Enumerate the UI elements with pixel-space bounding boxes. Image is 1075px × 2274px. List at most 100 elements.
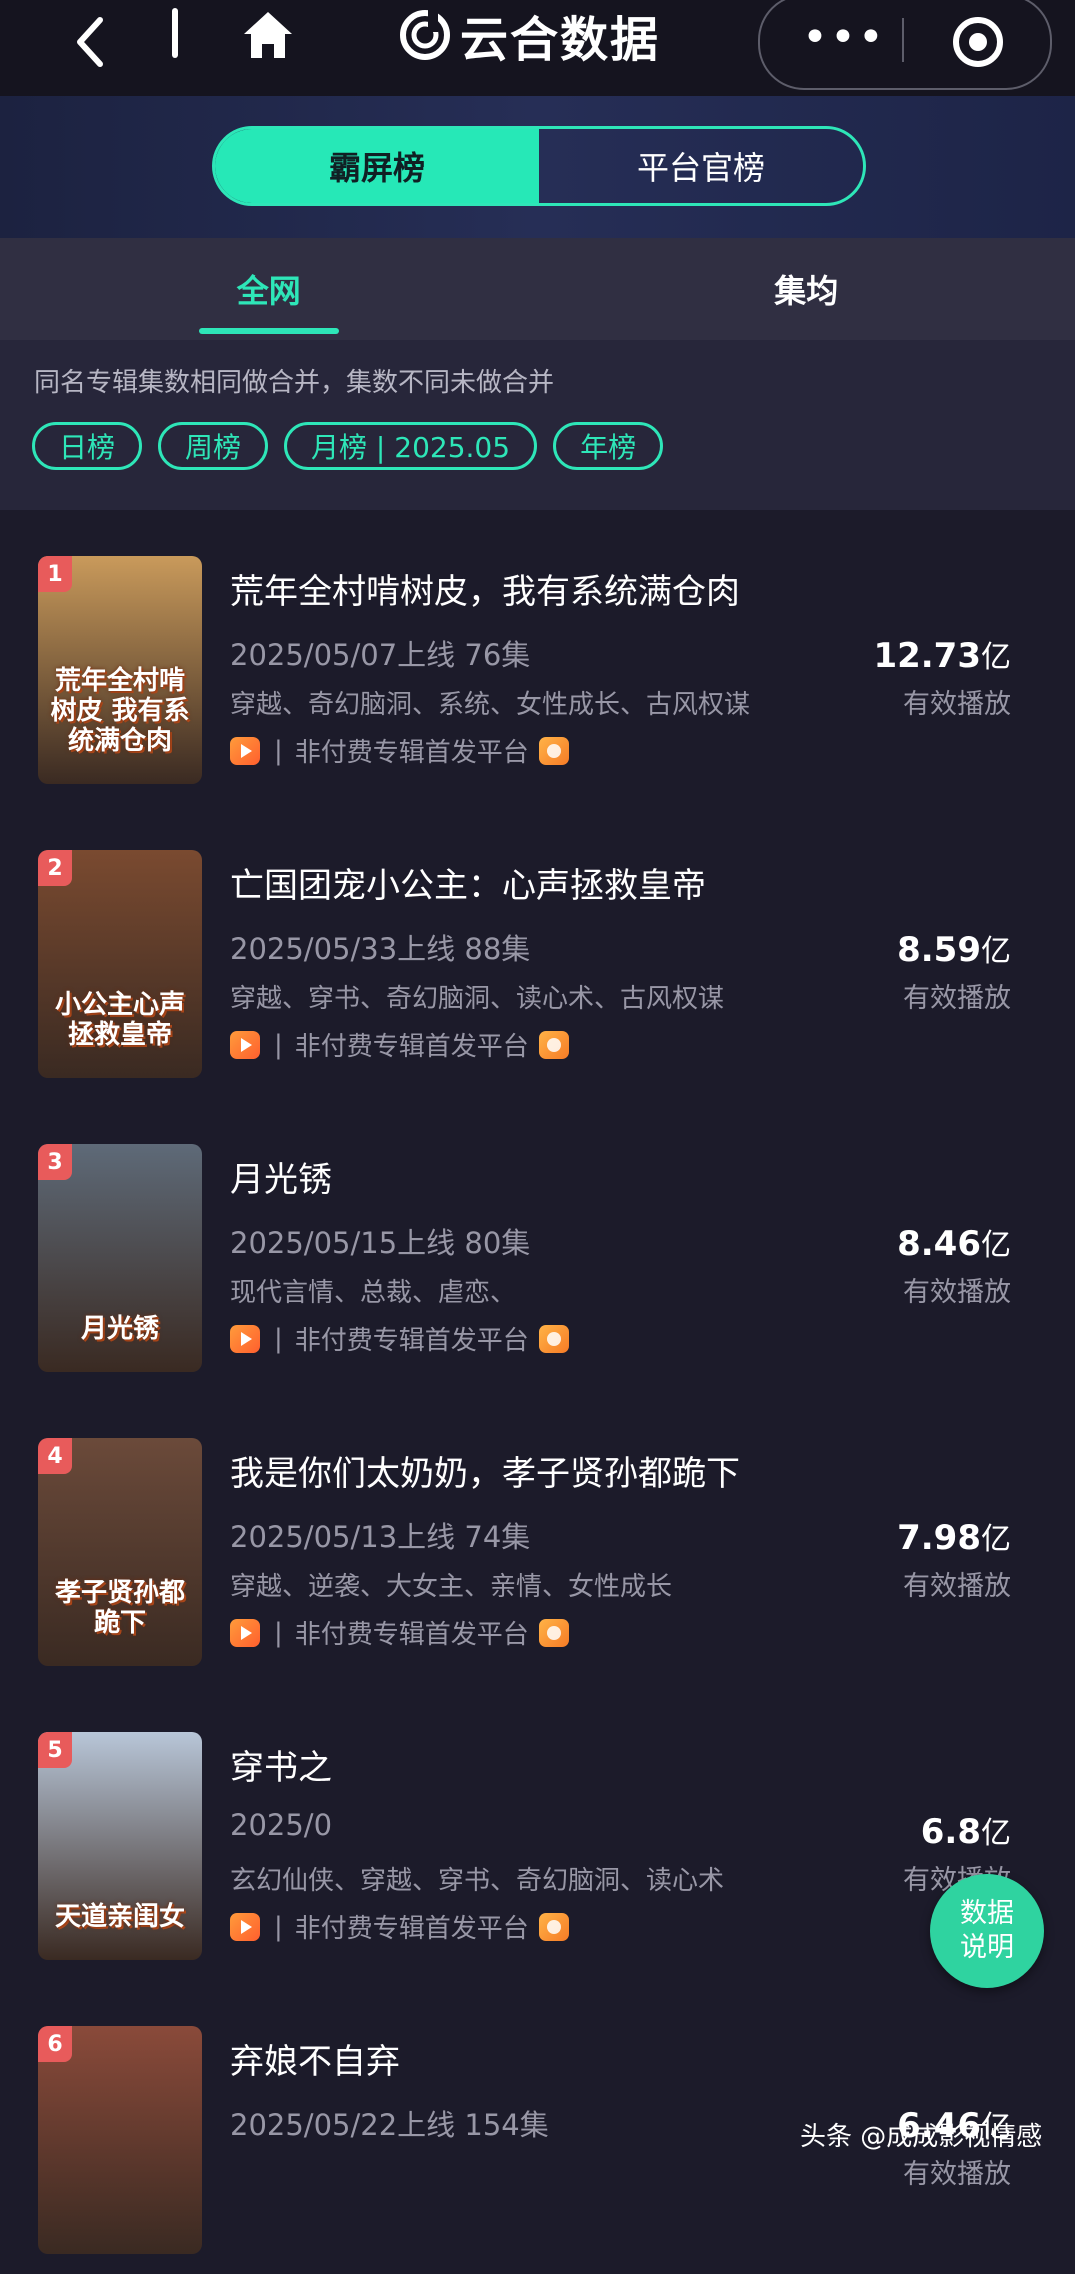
- play-count-unit: 亿: [981, 1228, 1011, 1263]
- ranking-type-header: 霸屏榜 平台官榜: [0, 96, 1075, 238]
- platform-row: | 非付费专辑首发平台: [230, 732, 569, 769]
- drama-poster[interactable]: 5 天道亲闺女: [38, 1732, 202, 1960]
- capsule-divider: [902, 18, 904, 62]
- ranking-item[interactable]: 3 月光锈 月光锈 2025/05/15上线 80集 现代言情、总裁、虐恋、 |…: [0, 1098, 1075, 1392]
- genre-tags: 穿越、逆袭、大女主、亲情、女性成长: [230, 1566, 672, 1603]
- play-count-value: 7.98: [897, 1518, 981, 1558]
- genre-tags: 穿越、奇幻脑洞、系统、女性成长、古风权谋: [230, 684, 750, 721]
- ranking-item[interactable]: 1 荒年全村啃树皮 我有系统满仓肉 荒年全村啃树皮，我有系统满仓肉 2025/0…: [0, 510, 1075, 804]
- tab-episode-average[interactable]: 集均: [538, 238, 1075, 340]
- segment-platform-official[interactable]: 平台官榜: [539, 129, 863, 203]
- platform-text: 非付费专辑首发平台: [295, 732, 529, 769]
- poster-caption: 月光锈: [46, 1314, 194, 1344]
- segment-bapingbang[interactable]: 霸屏榜: [215, 129, 539, 203]
- ranking-segment-control: 霸屏榜 平台官榜: [212, 126, 866, 206]
- play-count-label: 有效播放: [897, 1270, 1011, 1309]
- poster-caption: 荒年全村啃树皮 我有系统满仓肉: [46, 666, 194, 756]
- chip-monthly[interactable]: 月榜 | 2025.05: [284, 422, 537, 470]
- rank-badge: 4: [38, 1438, 72, 1474]
- drama-poster[interactable]: 4 孝子贤孙都跪下: [38, 1438, 202, 1666]
- more-options-icon[interactable]: •••: [802, 26, 886, 50]
- merge-note: 同名专辑集数相同做合并，集数不同未做合并: [34, 362, 554, 399]
- ranking-item[interactable]: 5 天道亲闺女 穿书之 2025/0 玄幻仙侠、穿越、穿书、奇幻脑洞、读心术 |…: [0, 1686, 1075, 1980]
- fab-line1: 数据: [960, 1897, 1014, 1931]
- tab-all-network-label: 全网: [237, 266, 301, 312]
- play-count-unit: 亿: [981, 1816, 1011, 1851]
- ranking-item[interactable]: 2 小公主心声 拯救皇帝 亡国团宠小公主：心声拯救皇帝 2025/05/33上线…: [0, 804, 1075, 1098]
- period-chips: 日榜 周榜 月榜 | 2025.05 年榜: [32, 422, 663, 470]
- fab-line2: 说明: [960, 1931, 1014, 1965]
- ranking-item[interactable]: 4 孝子贤孙都跪下 我是你们太奶奶，孝子贤孙都跪下 2025/05/13上线 7…: [0, 1392, 1075, 1686]
- release-info: 2025/05/22上线 154集: [230, 2102, 549, 2144]
- drama-poster[interactable]: 2 小公主心声 拯救皇帝: [38, 850, 202, 1078]
- rank-badge: 3: [38, 1144, 72, 1180]
- platform-logo-icon: [539, 1913, 569, 1941]
- platform-row: | 非付费专辑首发平台: [230, 1026, 569, 1063]
- genre-tags: 穿越、穿书、奇幻脑洞、读心术、古风权谋: [230, 978, 724, 1015]
- genre-tags: 现代言情、总裁、虐恋、: [230, 1272, 516, 1309]
- video-play-icon: [230, 1325, 260, 1353]
- platform-separator: |: [274, 736, 283, 766]
- play-count: 12.73亿 有效播放: [873, 632, 1011, 721]
- chip-yearly[interactable]: 年榜: [553, 422, 663, 470]
- platform-text: 非付费专辑首发平台: [295, 1614, 529, 1651]
- watermark: 头条 @成成影视情感: [800, 2116, 1042, 2153]
- platform-row: | 非付费专辑首发平台: [230, 1614, 569, 1651]
- platform-logo-icon: [539, 1325, 569, 1353]
- platform-logo-icon: [539, 1619, 569, 1647]
- tab-episode-average-label: 集均: [774, 266, 838, 312]
- active-tab-indicator: [199, 328, 339, 334]
- play-count-value: 12.73: [873, 636, 981, 676]
- platform-text: 非付费专辑首发平台: [295, 1026, 529, 1063]
- video-play-icon: [230, 1031, 260, 1059]
- tab-all-network[interactable]: 全网: [0, 238, 538, 340]
- rank-badge: 1: [38, 556, 72, 592]
- platform-separator: |: [274, 1030, 283, 1060]
- platform-separator: |: [274, 1912, 283, 1942]
- play-count: 8.59亿 有效播放: [897, 926, 1011, 1015]
- platform-text: 非付费专辑首发平台: [295, 1908, 529, 1945]
- yunhe-logo-icon: [398, 8, 452, 62]
- app-logo: 云合数据: [398, 0, 660, 70]
- poster-caption: 天道亲闺女: [46, 1902, 194, 1932]
- mini-program-capsule: •••: [758, 0, 1052, 90]
- ranking-list: 1 荒年全村啃树皮 我有系统满仓肉 荒年全村啃树皮，我有系统满仓肉 2025/0…: [0, 510, 1075, 2274]
- platform-logo-icon: [539, 737, 569, 765]
- release-info: 2025/05/13上线 74集: [230, 1514, 530, 1556]
- poster-caption: 小公主心声 拯救皇帝: [46, 990, 194, 1050]
- drama-poster[interactable]: 1 荒年全村啃树皮 我有系统满仓肉: [38, 556, 202, 784]
- video-play-icon: [230, 737, 260, 765]
- data-explanation-button[interactable]: 数据 说明: [930, 1874, 1044, 1988]
- platform-separator: |: [274, 1618, 283, 1648]
- close-target-icon[interactable]: [950, 14, 1006, 70]
- play-count-value: 6.8: [921, 1812, 981, 1852]
- play-count-label: 有效播放: [897, 1564, 1011, 1603]
- drama-title: 荒年全村啃树皮，我有系统满仓肉: [230, 564, 740, 613]
- video-play-icon: [230, 1913, 260, 1941]
- nav-divider: [172, 8, 178, 58]
- home-icon[interactable]: [240, 6, 296, 62]
- back-arrow-icon[interactable]: [70, 14, 110, 70]
- play-count-unit: 亿: [981, 1522, 1011, 1557]
- platform-separator: |: [274, 1324, 283, 1354]
- rank-badge: 6: [38, 2026, 72, 2062]
- play-count-value: 8.59: [897, 930, 981, 970]
- play-count-unit: 亿: [981, 934, 1011, 969]
- chip-daily[interactable]: 日榜: [32, 422, 142, 470]
- scope-tabs: 全网 集均: [0, 238, 1075, 340]
- play-count: 7.98亿 有效播放: [897, 1514, 1011, 1603]
- rank-badge: 2: [38, 850, 72, 886]
- chip-weekly[interactable]: 周榜: [158, 422, 268, 470]
- rank-badge: 5: [38, 1732, 72, 1768]
- drama-poster[interactable]: 3 月光锈: [38, 1144, 202, 1372]
- drama-poster[interactable]: 6: [38, 2026, 202, 2254]
- play-count-unit: 亿: [981, 640, 1011, 675]
- genre-tags: 玄幻仙侠、穿越、穿书、奇幻脑洞、读心术: [230, 1860, 724, 1897]
- drama-title: 我是你们太奶奶，孝子贤孙都跪下: [230, 1446, 740, 1495]
- platform-text: 非付费专辑首发平台: [295, 1320, 529, 1357]
- drama-title: 弃娘不自弃: [230, 2034, 400, 2083]
- play-count-label: 有效播放: [897, 2152, 1011, 2191]
- platform-row: | 非付费专辑首发平台: [230, 1908, 569, 1945]
- app-title: 云合数据: [460, 0, 660, 70]
- top-nav-bar: 云合数据 •••: [0, 0, 1075, 96]
